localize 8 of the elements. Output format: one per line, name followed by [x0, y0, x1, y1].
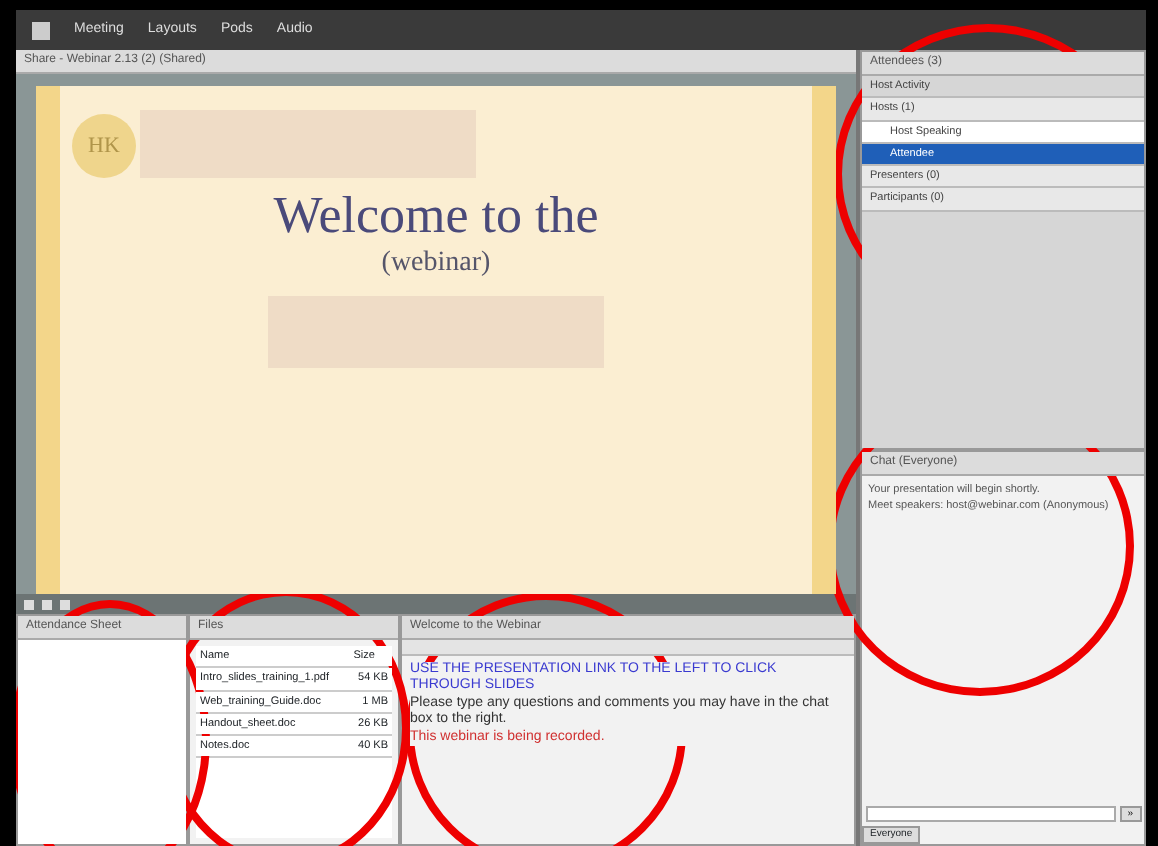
slide-title: Welcome to the — [273, 190, 599, 242]
prev-icon[interactable] — [24, 599, 34, 609]
chat-input[interactable] — [865, 806, 1117, 822]
next-icon[interactable] — [42, 599, 52, 609]
app-logo-icon — [32, 21, 50, 39]
slide-logo: HK — [72, 114, 136, 178]
fullscreen-icon[interactable] — [60, 599, 70, 609]
slide-subtitle: (webinar) — [381, 246, 491, 282]
